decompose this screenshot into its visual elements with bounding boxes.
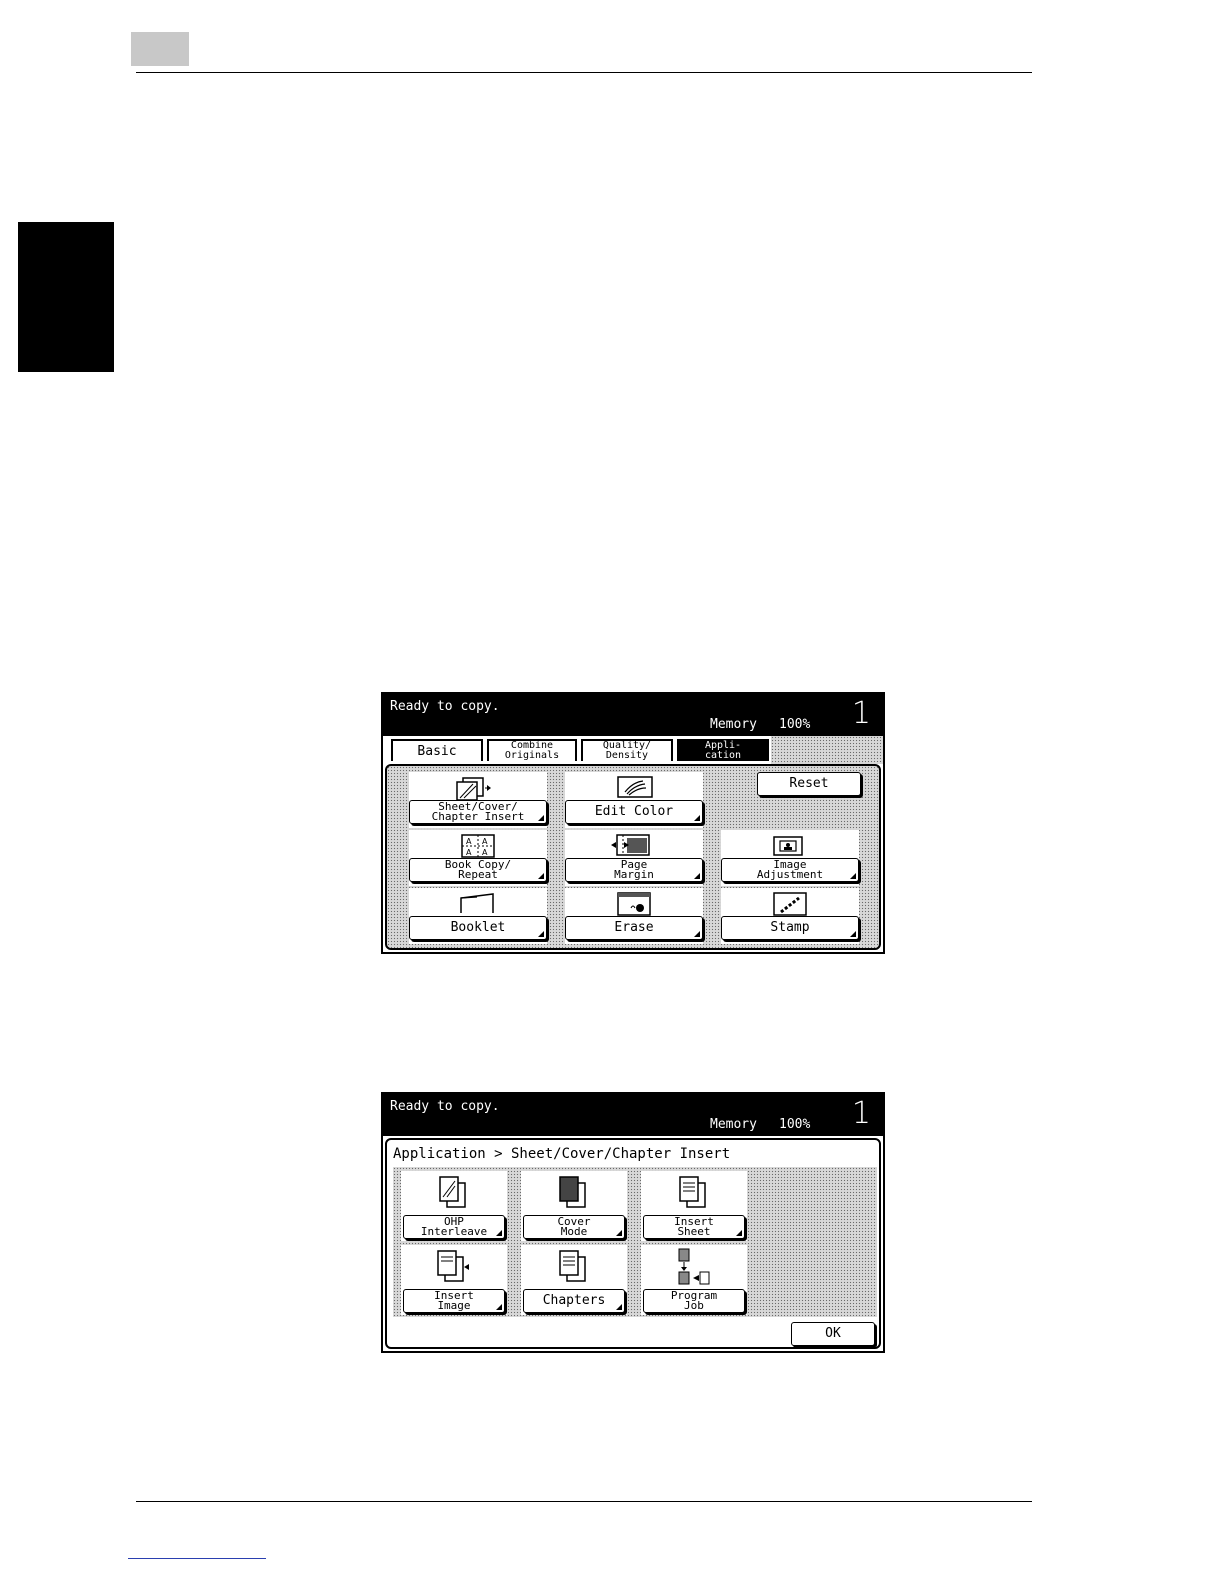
chapter-side-tab (18, 222, 114, 372)
page-number-badge (131, 32, 189, 66)
program-job-icon (678, 1248, 710, 1285)
erase-button[interactable]: Erase (565, 916, 703, 940)
function-cell: Insert Image (401, 1245, 507, 1315)
footer-link-underline (128, 1558, 266, 1559)
status-bar: Ready to copy. Memory 100% 1 (383, 694, 883, 736)
application-screen: Ready to copy. Memory 100% 1 Basic Combi… (381, 692, 885, 954)
tab-quality-density[interactable]: Quality/ Density (581, 739, 673, 761)
function-cell: Program Job (641, 1245, 747, 1315)
ok-button[interactable]: OK (791, 1322, 875, 1346)
stamp-button[interactable]: Stamp (721, 916, 859, 940)
copy-count: 1 (851, 696, 871, 731)
sheet-insert-icon (456, 777, 491, 800)
chapters-button[interactable]: Chapters (523, 1289, 625, 1313)
image-adjustment-button[interactable]: Image Adjustment (721, 858, 859, 882)
function-cell: Booklet (409, 888, 547, 944)
footer-rule (136, 1501, 1032, 1502)
tab-row-filler (771, 736, 883, 764)
chapters-icon (559, 1250, 586, 1282)
program-job-button[interactable]: Program Job (643, 1289, 745, 1313)
ohp-interleave-icon (439, 1176, 466, 1208)
function-cell: Sheet/Cover/ Chapter Insert (409, 772, 547, 828)
book-copy-icon: AA AA (461, 834, 495, 858)
insert-sheet-button[interactable]: Insert Sheet (643, 1215, 745, 1239)
memory-value: 100% (779, 717, 811, 732)
svg-text:A: A (466, 837, 472, 846)
stamp-icon (773, 892, 807, 916)
options-grid: OHP Interleave Cover Mode Insert Sheet I… (393, 1167, 877, 1317)
svg-text:A: A (482, 837, 488, 846)
erase-icon (617, 892, 651, 916)
tab-application[interactable]: Appli- cation (677, 739, 769, 761)
function-cell: Cover Mode (521, 1171, 627, 1241)
status-message: Ready to copy. (390, 1099, 500, 1114)
function-cell: Insert Sheet (641, 1171, 747, 1241)
ohp-interleave-button[interactable]: OHP Interleave (403, 1215, 505, 1239)
edit-color-icon (617, 776, 653, 798)
booklet-icon (460, 893, 494, 913)
function-cell: Stamp (721, 888, 859, 944)
status-bar: Ready to copy. Memory 100% 1 (383, 1094, 883, 1136)
function-cell: Chapters (521, 1245, 627, 1315)
sheet-cover-chapter-insert-button[interactable]: Sheet/Cover/ Chapter Insert (409, 800, 547, 824)
insert-sheet-icon (679, 1176, 706, 1208)
status-message: Ready to copy. (390, 699, 500, 714)
edit-color-button[interactable]: Edit Color (565, 800, 703, 824)
tab-basic[interactable]: Basic (391, 739, 483, 761)
memory-value: 100% (779, 1117, 811, 1132)
memory-label: Memory (710, 1117, 757, 1132)
function-cell: OHP Interleave (401, 1171, 507, 1241)
insert-image-icon (437, 1250, 469, 1282)
function-cell: Edit Color (565, 772, 703, 828)
reset-button[interactable]: Reset (757, 772, 861, 796)
function-cell: Page Margin (565, 830, 703, 886)
tab-combine-originals[interactable]: Combine Originals (487, 739, 577, 761)
insert-image-button[interactable]: Insert Image (403, 1289, 505, 1313)
page-margin-button[interactable]: Page Margin (565, 858, 703, 882)
cover-mode-button[interactable]: Cover Mode (523, 1215, 625, 1239)
svg-text:A: A (482, 848, 488, 857)
sheet-cover-chapter-insert-screen: Ready to copy. Memory 100% 1 Application… (381, 1092, 885, 1353)
tab-row: Basic Combine Originals Quality/ Density… (383, 736, 883, 764)
book-copy-repeat-button[interactable]: Book Copy/ Repeat (409, 858, 547, 882)
header-rule (136, 72, 1032, 73)
function-cell: Erase (565, 888, 703, 944)
memory-label: Memory (710, 717, 757, 732)
cover-mode-icon (559, 1176, 586, 1208)
booklet-button[interactable]: Booklet (409, 916, 547, 940)
function-grid: Sheet/Cover/ Chapter Insert Edit Color R… (385, 764, 881, 950)
copy-count: 1 (851, 1096, 871, 1131)
page-margin-icon (611, 834, 650, 856)
image-adjustment-icon (773, 836, 803, 856)
insert-options-area: Application > Sheet/Cover/Chapter Insert… (385, 1138, 881, 1349)
function-cell: AA AA Book Copy/ Repeat (409, 830, 547, 886)
function-cell: Image Adjustment (721, 830, 859, 886)
svg-text:A: A (466, 848, 472, 857)
breadcrumb: Application > Sheet/Cover/Chapter Insert (393, 1146, 731, 1162)
